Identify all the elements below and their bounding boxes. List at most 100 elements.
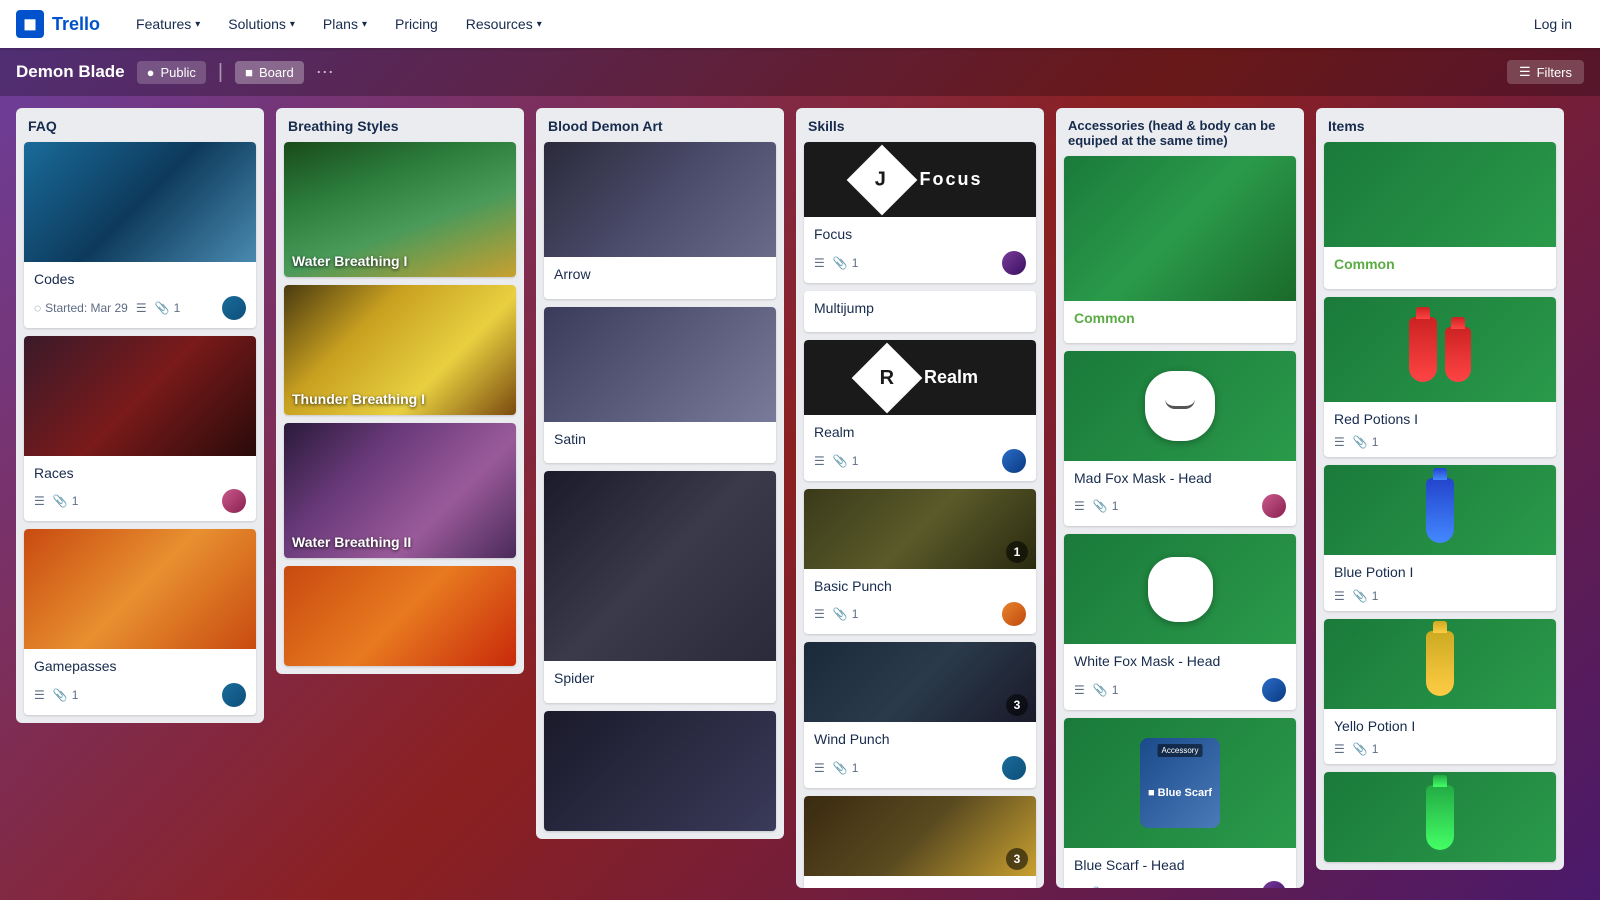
card-fire-last[interactable] (284, 566, 516, 666)
card-water-breathing-2[interactable]: Water Breathing II (284, 423, 516, 558)
card-spider[interactable]: Spider (544, 471, 776, 703)
card-common1-label: Common (1074, 309, 1286, 329)
nav-plans[interactable]: Plans ▾ (311, 10, 379, 38)
attach-icon: 📎 (833, 454, 848, 468)
more-options[interactable]: ⋯ (316, 62, 334, 83)
card-thunder-punch[interactable]: 3 Thunder Punch (804, 796, 1036, 888)
card-blue-scarf-title: Blue Scarf - Head (1074, 856, 1286, 876)
card-meta-checklist: ☰ (34, 494, 45, 508)
card-meta-attach: 📎 1 (1353, 435, 1379, 449)
card-meta-date-text: Started: Mar 29 (45, 301, 128, 315)
column-breathing-styles: Breathing Styles Water Breathing I Thund… (276, 108, 524, 674)
card-meta-attach: 📎 1 (833, 761, 859, 775)
avatar (1002, 602, 1026, 626)
card-focus-title: Focus (814, 225, 1026, 245)
card-meta-attach: 📎 1 (1353, 742, 1379, 756)
card-common2-label: Common (1334, 255, 1546, 275)
card-blue-potion-footer: ☰ 📎 1 (1334, 589, 1546, 603)
potion-bottle-2 (1445, 327, 1471, 382)
board-icon: ■ (245, 65, 253, 80)
column-breathing-header: Breathing Styles (276, 108, 524, 142)
card-satin-title: Satin (554, 430, 766, 450)
card-spider-image (544, 471, 776, 661)
card-gamepasses-footer: ☰ 📎 1 (34, 683, 246, 707)
card-gamepasses-title: Gamepasses (34, 657, 246, 677)
card-basic-punch-footer: ☰ 📎 1 (814, 602, 1026, 626)
card-races-footer: ☰ 📎 1 (34, 489, 246, 513)
nav-features[interactable]: Features ▾ (124, 10, 212, 38)
card-white-fox-head[interactable]: White Fox Mask - Head ☰ 📎 1 (1064, 534, 1296, 710)
blue-bottle (1426, 478, 1454, 543)
card-basic-punch-title: Basic Punch (814, 577, 1026, 597)
avatar (1262, 678, 1286, 702)
card-races-image (24, 336, 256, 456)
card-focus[interactable]: J Focus Focus ☰ 📎 1 (804, 142, 1036, 283)
card-arrow[interactable]: Arrow (544, 142, 776, 299)
login-button[interactable]: Log in (1522, 10, 1584, 38)
white-fox-mask-img (1148, 557, 1213, 622)
card-wind-punch-title: Wind Punch (814, 730, 1026, 750)
red-potion-bottles (1405, 317, 1475, 382)
board-view-button[interactable]: ■ Board (235, 61, 304, 84)
thunder-punch-badge: 3 (1006, 848, 1028, 870)
avatar (222, 489, 246, 513)
card-common1[interactable]: Common (1064, 156, 1296, 343)
column-accessories-header: Accessories (head & body can be equiped … (1056, 108, 1304, 156)
logo[interactable]: ◼ Trello (16, 10, 100, 38)
blue-scarf-item: Accessory ■ Blue Scarf (1140, 738, 1220, 828)
card-multijump[interactable]: Multijump (804, 291, 1036, 333)
card-realm-title: Realm (814, 423, 1026, 443)
chevron-down-icon: ▾ (362, 19, 367, 30)
card-satin[interactable]: Satin (544, 307, 776, 464)
card-meta-checklist: ☰ (1074, 499, 1085, 513)
focus-inner: J Focus (857, 155, 982, 205)
card-realm[interactable]: R Realm Realm ☰ 📎 1 (804, 340, 1036, 481)
column-blood-demon-header: Blood Demon Art (536, 108, 784, 142)
filters-button[interactable]: ☰ Filters (1507, 60, 1584, 84)
card-blue-potion-image (1324, 465, 1556, 555)
card-yello-potion[interactable]: Yello Potion I ☰ 📎 1 (1324, 619, 1556, 765)
column-items: Items Common Red Potions I (1316, 108, 1564, 870)
card-blue-potion-title: Blue Potion I (1334, 563, 1546, 583)
card-mystery[interactable] (544, 711, 776, 831)
card-wind-punch[interactable]: 3 Wind Punch ☰ 📎 1 (804, 642, 1036, 788)
card-green-potion[interactable] (1324, 772, 1556, 862)
card-water-breathing-1-image: Water Breathing I (284, 142, 516, 277)
card-thunder-breathing-1[interactable]: Thunder Breathing I (284, 285, 516, 415)
realm-inner: R Realm (862, 353, 978, 403)
card-red-potions[interactable]: Red Potions I ☰ 📎 1 (1324, 297, 1556, 458)
column-accessories: Accessories (head & body can be equiped … (1056, 108, 1304, 888)
board-content: FAQ Codes ◌ Started: Mar 29 ☰ (0, 96, 1600, 900)
card-codes[interactable]: Codes ◌ Started: Mar 29 ☰ 📎 1 (24, 142, 256, 328)
card-mad-fox-head[interactable]: Mad Fox Mask - Head ☰ 📎 1 (1064, 351, 1296, 527)
card-realm-footer: ☰ 📎 1 (814, 449, 1026, 473)
basic-punch-badge: 1 (1006, 541, 1028, 563)
checklist-icon: ☰ (814, 256, 825, 270)
card-basic-punch[interactable]: 1 Basic Punch ☰ 📎 1 (804, 489, 1036, 635)
card-gamepasses[interactable]: Gamepasses ☰ 📎 1 (24, 529, 256, 715)
nav-solutions[interactable]: Solutions ▾ (216, 10, 307, 38)
card-races[interactable]: Races ☰ 📎 1 (24, 336, 256, 522)
card-mad-fox-footer: ☰ 📎 1 (1074, 494, 1286, 518)
card-meta-attach: 📎 1 (155, 301, 181, 315)
column-faq-cards: Codes ◌ Started: Mar 29 ☰ 📎 1 (16, 142, 264, 723)
card-blue-scarf-head[interactable]: Accessory ■ Blue Scarf Blue Scarf - Head… (1064, 718, 1296, 888)
attach-icon: 📎 (1353, 435, 1368, 449)
checklist-icon: ☰ (136, 301, 147, 315)
nav-pricing[interactable]: Pricing (383, 10, 450, 38)
card-races-title: Races (34, 464, 246, 484)
card-meta-attach: 📎 1 (1093, 499, 1119, 513)
card-common2[interactable]: Common (1324, 142, 1556, 289)
card-mad-fox-image (1064, 351, 1296, 461)
card-water-breathing-1[interactable]: Water Breathing I (284, 142, 516, 277)
card-blue-potion[interactable]: Blue Potion I ☰ 📎 1 (1324, 465, 1556, 611)
focus-diamond: J (847, 144, 918, 215)
card-arrow-title: Arrow (554, 265, 766, 285)
card-arrow-image (544, 142, 776, 257)
public-badge[interactable]: ● Public (137, 61, 206, 84)
realm-diamond: R (852, 342, 923, 413)
attach-icon: 📎 (1353, 742, 1368, 756)
nav-resources[interactable]: Resources ▾ (454, 10, 554, 38)
card-meta-attach: 📎 1 (1353, 589, 1379, 603)
card-white-fox-image (1064, 534, 1296, 644)
